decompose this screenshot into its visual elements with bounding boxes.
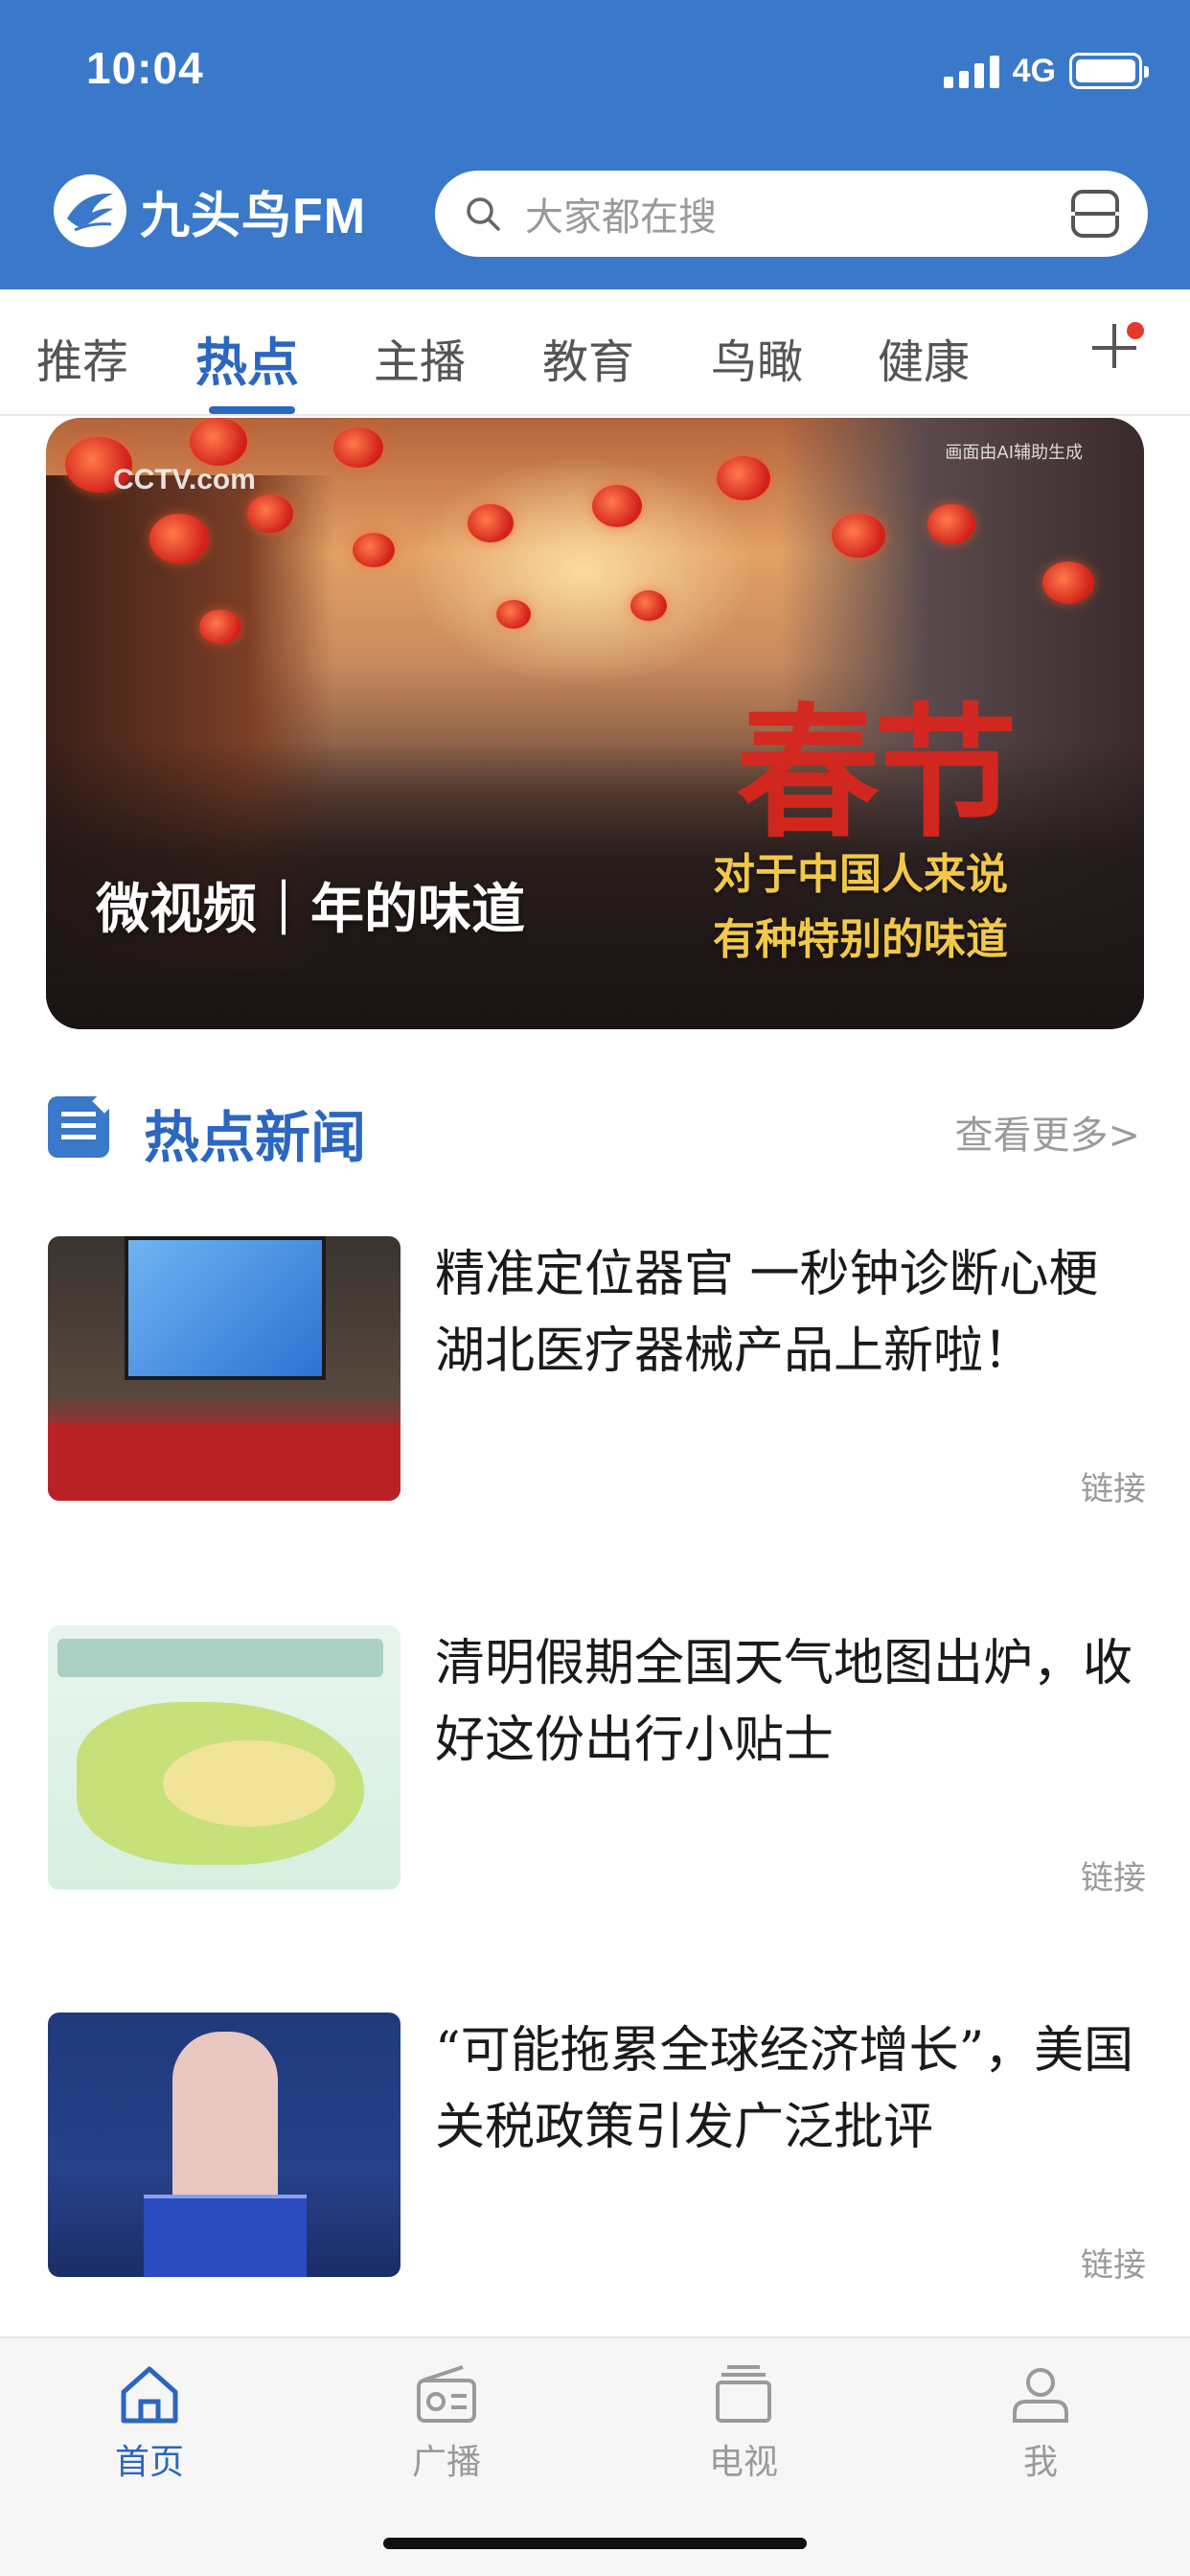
app-header: 10:04 4G 九头鸟FM 大家都在搜 bbox=[0, 0, 1190, 289]
search-bar[interactable]: 大家都在搜 bbox=[435, 171, 1148, 257]
cctv-logo: CCTV.com bbox=[113, 464, 256, 495]
tab-recommend[interactable]: 推荐 bbox=[36, 324, 128, 391]
tv-icon bbox=[710, 2361, 777, 2428]
nav-tv-label: 电视 bbox=[708, 2443, 778, 2482]
category-tabs: 推荐 热点 主播 教育 鸟瞰 健康 bbox=[0, 289, 1190, 416]
notification-dot bbox=[1127, 322, 1144, 339]
nav-radio-label: 广播 bbox=[411, 2443, 481, 2482]
news-link-tag[interactable]: 链接 bbox=[1081, 1852, 1146, 1898]
lantern bbox=[832, 514, 885, 558]
banner-overlay-line2: 有种特别的味道 bbox=[713, 915, 1008, 964]
view-more-link[interactable]: 查看更多> bbox=[954, 1104, 1140, 1160]
nav-me-label: 我 bbox=[1022, 2443, 1058, 2482]
lantern bbox=[927, 504, 975, 544]
nav-home-label: 首页 bbox=[114, 2443, 184, 2482]
banner-caption: 微视频｜年的味道 bbox=[96, 878, 525, 941]
lantern bbox=[592, 485, 642, 527]
news-section-icon bbox=[48, 1096, 109, 1158]
lantern bbox=[149, 514, 209, 564]
home-icon bbox=[116, 2361, 183, 2428]
lantern bbox=[630, 590, 667, 621]
home-indicator[interactable] bbox=[383, 2538, 807, 2549]
news-title[interactable]: 精准定位器官 一秒钟诊断心梗 湖北医疗器械产品上新啦！ bbox=[435, 1236, 1144, 1390]
news-title[interactable]: “可能拖累全球经济增长”，美国关税政策引发广泛批评 bbox=[435, 2012, 1144, 2166]
lantern bbox=[468, 504, 514, 542]
app-logo: 九头鸟FM bbox=[54, 174, 366, 247]
news-link-tag[interactable]: 链接 bbox=[1081, 1462, 1146, 1509]
news-title[interactable]: 清明假期全国天气地图出炉，收好这份出行小贴士 bbox=[435, 1625, 1144, 1779]
user-icon bbox=[1007, 2361, 1074, 2428]
status-time: 10:04 bbox=[86, 43, 204, 93]
radio-icon bbox=[413, 2361, 480, 2428]
banner-overlay-title: 春节 bbox=[736, 689, 1018, 858]
lantern bbox=[247, 494, 293, 533]
news-thumbnail bbox=[48, 2012, 400, 2277]
lantern bbox=[199, 610, 241, 644]
nav-home[interactable]: 首页 bbox=[63, 2352, 236, 2486]
status-bar: 10:04 4G bbox=[0, 0, 1190, 144]
news-thumbnail bbox=[48, 1625, 400, 1890]
featured-banner[interactable]: CCTV.com 画面由AI辅助生成 春节 对于中国人来说 有种特别的味道 微视… bbox=[46, 418, 1144, 1029]
search-icon bbox=[464, 195, 502, 233]
lantern bbox=[353, 533, 395, 567]
lantern bbox=[333, 427, 383, 468]
app-name: 九头鸟FM bbox=[140, 188, 367, 244]
news-item[interactable]: 精准定位器官 一秒钟诊断心梗 湖北医疗器械产品上新啦！ 链接 bbox=[48, 1236, 1146, 1508]
tab-overview[interactable]: 鸟瞰 bbox=[711, 324, 803, 391]
nav-tv[interactable]: 电视 bbox=[657, 2352, 830, 2486]
news-thumbnail bbox=[48, 1236, 400, 1501]
lantern bbox=[190, 418, 247, 466]
battery-icon bbox=[1069, 53, 1149, 89]
banner-overlay-line1: 对于中国人来说 bbox=[713, 850, 1008, 899]
tab-health[interactable]: 健康 bbox=[878, 324, 970, 391]
ai-generated-note: 画面由AI辅助生成 bbox=[945, 443, 1083, 463]
status-indicators: 4G bbox=[943, 50, 1149, 92]
search-input[interactable]: 大家都在搜 bbox=[525, 186, 1071, 242]
lantern bbox=[496, 600, 531, 629]
scan-icon[interactable] bbox=[1067, 190, 1123, 238]
nav-radio[interactable]: 广播 bbox=[360, 2352, 533, 2486]
tab-hot[interactable]: 热点 bbox=[195, 320, 299, 396]
lantern bbox=[717, 456, 770, 500]
nav-me[interactable]: 我 bbox=[954, 2352, 1127, 2486]
tab-anchor[interactable]: 主播 bbox=[374, 324, 466, 391]
active-tab-indicator bbox=[209, 406, 295, 414]
lantern bbox=[1042, 562, 1094, 604]
bird-logo-icon bbox=[54, 174, 126, 247]
tab-education[interactable]: 教育 bbox=[542, 324, 634, 391]
news-link-tag[interactable]: 链接 bbox=[1081, 2239, 1146, 2286]
news-item[interactable]: “可能拖累全球经济增长”，美国关税政策引发广泛批评 链接 bbox=[48, 2012, 1146, 2285]
signal-icon bbox=[943, 54, 999, 88]
news-item[interactable]: 清明假期全国天气地图出炉，收好这份出行小贴士 链接 bbox=[48, 1625, 1146, 1898]
network-type: 4G bbox=[1012, 52, 1056, 89]
section-title: 热点新闻 bbox=[144, 1105, 367, 1170]
